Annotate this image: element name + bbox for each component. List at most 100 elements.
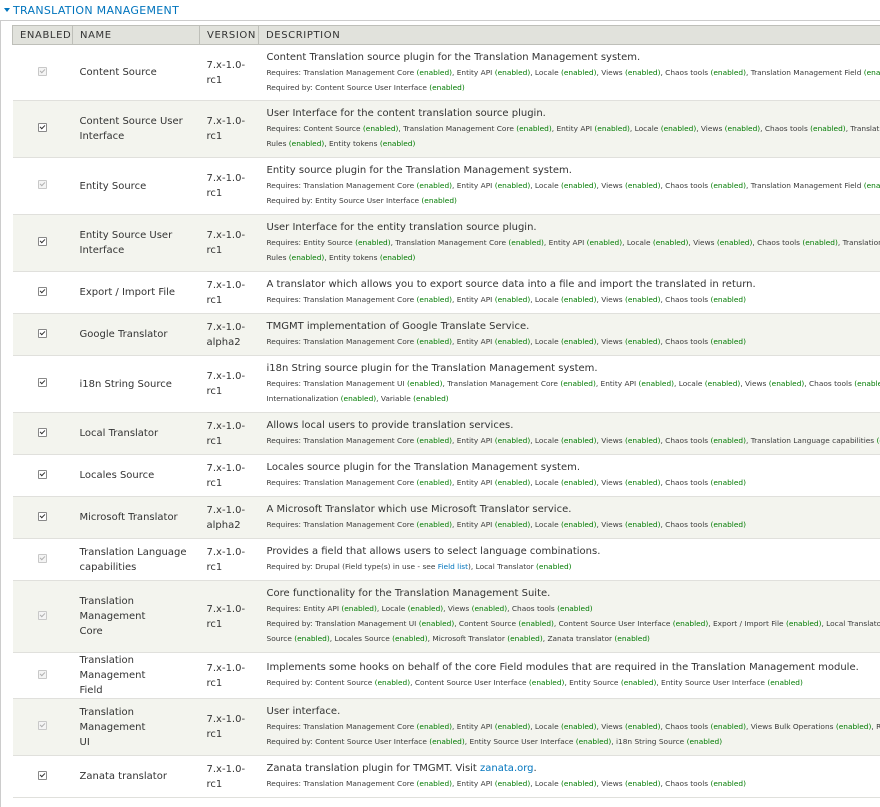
dependency-name: Variable <box>380 394 414 403</box>
dependency-name: Translation Management Core <box>303 181 417 190</box>
dependency-name: Translation Management UI <box>303 379 407 388</box>
dependency-name: Chaos tools <box>665 722 711 731</box>
module-description: User Interface for the entity translatio… <box>258 214 880 272</box>
table-row: Locales Source 7.x-1.0- rc1 Locales source … <box>12 454 880 497</box>
module-name: Entity Source User Interface <box>72 214 200 272</box>
module-name: Translation Management UI <box>72 698 200 756</box>
dependency-name: Views <box>700 124 725 133</box>
enabled-status: (enabled) <box>560 779 597 788</box>
enabled-status: (enabled) <box>620 678 657 687</box>
table-row: Local Translator 7.x-1.0- rc1 Allows local … <box>12 412 880 455</box>
enabled-status: (enabled) <box>494 722 531 731</box>
requires-list: Requires: Entity Source (enabled), Trans… <box>267 235 880 265</box>
dependency-name: Translation Management Field <box>750 181 864 190</box>
dependency-name: Entity API <box>456 520 495 529</box>
module-name: Translation Language capabilities <box>72 538 200 581</box>
enabled-status: (enabled) <box>624 436 661 445</box>
module-enable-checkbox[interactable] <box>38 123 47 132</box>
requires-list: Requires: Translation Management UI (ena… <box>267 376 880 406</box>
dependency-name: Chaos tools <box>665 295 711 304</box>
table-row: Zanata translator 7.x-1.0- rc1 Zanata trans… <box>12 755 880 798</box>
enabled-status: (enabled) <box>416 722 453 731</box>
dependency-name: Locale <box>381 604 408 613</box>
enabled-status: (enabled) <box>416 520 453 529</box>
module-enable-checkbox[interactable] <box>38 328 47 338</box>
description-text: Content Translation source plugin for th… <box>266 51 641 63</box>
table-row: Entity Source User Interface 7.x-1.0- rc1 Us… <box>12 214 880 272</box>
dependency-name: Views <box>601 779 625 788</box>
requires-label: Requires: <box>266 520 304 529</box>
dependency-name: Locale <box>534 67 561 77</box>
dependency-name: Translation Management Core <box>303 436 417 445</box>
enabled-status: (enabled) <box>560 67 597 77</box>
module-version: 7.x-1.0- alpha2 <box>199 496 259 539</box>
enabled-cell <box>12 538 73 581</box>
module-description: Entity source plugin for the Translation… <box>258 157 880 215</box>
module-enable-checkbox[interactable] <box>38 237 47 246</box>
module-version: 7.x-1.0- rc1 <box>199 271 259 314</box>
module-description: A Microsoft Translator which use Microso… <box>258 496 880 539</box>
enabled-status: (enabled) <box>560 722 597 731</box>
external-link[interactable]: zanata.org <box>480 763 533 774</box>
enabled-status: (enabled) <box>362 124 399 133</box>
module-enable-checkbox[interactable] <box>38 469 47 479</box>
modules-table: ENABLED NAME VERSION DESCRIPTION Content… <box>12 25 880 798</box>
enabled-cell <box>12 271 73 314</box>
requires-list: Requires: Translation Management Core (e… <box>267 433 880 448</box>
enabled-status: (enabled) <box>560 478 597 487</box>
dependency-name: Locale <box>626 238 653 247</box>
enabled-cell <box>12 157 73 215</box>
module-version: 7.x-1.0- rc1 <box>199 538 259 581</box>
enabled-status: (enabled) <box>294 634 330 643</box>
enabled-status: (enabled) <box>407 604 444 613</box>
module-name: Entity Source <box>72 157 200 215</box>
dependency-name: Rules <box>266 253 289 262</box>
enabled-status: (enabled) <box>560 379 596 388</box>
dependency-name: Chaos tools <box>665 337 711 346</box>
enabled-status: (enabled) <box>785 619 822 628</box>
translation-management-fieldset: TRANSLATION MANAGEMENT ENABLED NAME VERS… <box>0 0 880 807</box>
enabled-status: (enabled) <box>392 634 428 643</box>
field-list-link[interactable]: Field list <box>438 562 468 571</box>
table-row: Content Source 7.x-1.0- rc1 Content Transla… <box>12 44 880 101</box>
required-by-list: Required by: Entity Source User Interfac… <box>267 193 880 208</box>
enabled-status: (enabled) <box>416 181 453 190</box>
dependency-name: Locale <box>534 181 561 190</box>
dependency-name: Entity API <box>456 181 495 190</box>
requires-list: Requires: Translation Management Core (e… <box>266 478 746 487</box>
fieldset-legend-toggle[interactable]: TRANSLATION MANAGEMENT <box>4 4 179 20</box>
enabled-status: (enabled) <box>724 124 761 133</box>
description-text: Zanata translation plugin for TMGMT. Vis… <box>266 763 537 774</box>
module-enable-checkbox[interactable] <box>38 511 47 521</box>
enabled-cell <box>12 496 73 539</box>
module-name: i18n String Source <box>72 355 200 413</box>
module-enable-checkbox <box>38 66 47 76</box>
dependency-name: Content Source <box>315 678 375 687</box>
dependency-name: Internationalization <box>266 394 341 403</box>
module-version: 7.x-1.0- rc1 <box>199 100 259 158</box>
dependency-name: Views <box>601 295 625 304</box>
dependency-name: Translation Management Core <box>303 67 417 77</box>
dependency-name: Entity tokens <box>329 253 380 262</box>
dependency-name: Entity API <box>456 722 495 731</box>
module-enable-checkbox[interactable] <box>38 378 47 387</box>
dependency-name: Entity API <box>456 67 495 77</box>
required-by-list: Required by: Translation Management UI (… <box>267 616 880 646</box>
module-enable-checkbox[interactable] <box>38 770 47 780</box>
modules-table-body: Content Source 7.x-1.0- rc1 Content Transla… <box>12 44 880 798</box>
enabled-status: (enabled) <box>416 295 453 304</box>
enabled-status: (enabled) <box>710 779 746 788</box>
module-enable-checkbox[interactable] <box>38 427 47 437</box>
dependency-name: Views <box>601 478 625 487</box>
enabled-status: (enabled) <box>407 379 443 388</box>
enabled-cell <box>12 580 73 653</box>
enabled-status: (enabled) <box>355 238 391 247</box>
dependency-name: Translation Management Core <box>395 238 509 247</box>
module-description: Content Translation source plugin for th… <box>258 44 880 101</box>
enabled-status: (enabled) <box>416 337 453 346</box>
dependency-name: Locale <box>534 295 561 304</box>
dependency-name: Translation Management UI <box>850 124 880 133</box>
module-enable-checkbox[interactable] <box>38 286 47 296</box>
dependency-name: Chaos tools <box>665 779 711 788</box>
dependency-name: Chaos tools <box>808 379 855 388</box>
